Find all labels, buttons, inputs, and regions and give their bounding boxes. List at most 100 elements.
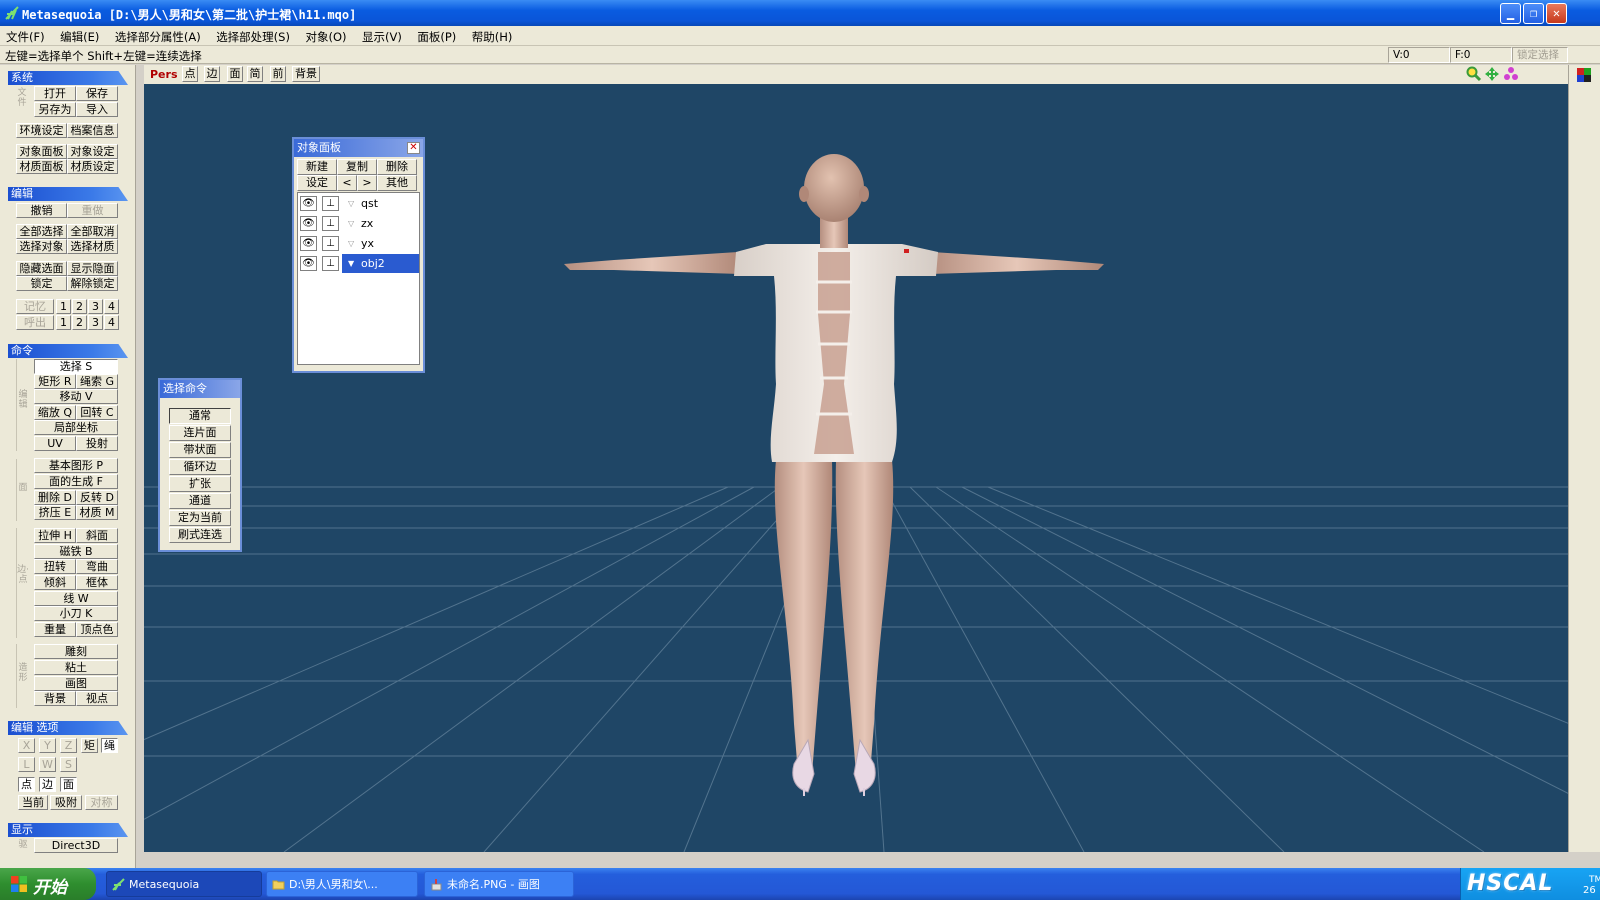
select-strip-button[interactable]: 带状面 <box>169 442 231 458</box>
object-settings-button[interactable]: 设定 <box>297 175 337 191</box>
redo-button[interactable]: 重做 <box>67 203 118 218</box>
zoom-icon[interactable] <box>1466 66 1482 82</box>
l-toggle[interactable]: L <box>18 757 35 772</box>
scale-tool-button[interactable]: 缩放 Q <box>34 405 76 420</box>
open-button[interactable]: 打开 <box>34 86 76 101</box>
axis-z-toggle[interactable]: Z <box>60 738 77 753</box>
material-button[interactable]: 材质 M <box>76 505 118 520</box>
magnet-button[interactable]: 磁铁 B <box>34 544 118 559</box>
visibility-eye-icon[interactable]: 👁 <box>300 236 317 251</box>
project-button[interactable]: 投射 <box>76 436 118 451</box>
rect-tool-button[interactable]: 矩形 R <box>34 374 76 389</box>
object-row-selected[interactable]: 👁 ⊥ ▼ obj2 <box>298 254 419 273</box>
task-paint[interactable]: 未命名.PNG - 画图 <box>424 871 574 897</box>
select-material-button[interactable]: 选择材质 <box>67 239 118 254</box>
view-point-button[interactable]: 点 <box>182 66 198 82</box>
object-settings-button[interactable]: 对象设定 <box>67 144 118 159</box>
brush-select-button[interactable]: 刷式连选 <box>169 527 231 543</box>
move-tool-button[interactable]: 移动 V <box>34 389 118 404</box>
paint-button[interactable]: 画图 <box>34 676 118 691</box>
memo-slot-3[interactable]: 3 <box>88 299 103 314</box>
visibility-eye-icon[interactable]: 👁 <box>300 216 317 231</box>
object-panel-header[interactable]: 对象面板 ✕ <box>294 139 423 157</box>
rope-select-toggle[interactable]: 绳 <box>101 738 118 753</box>
select-normal-button[interactable]: 通常 <box>169 408 231 424</box>
hide-selected-button[interactable]: 隐藏选面 <box>16 261 67 276</box>
menu-edit[interactable]: 编辑(E) <box>54 26 105 45</box>
rope-tool-button[interactable]: 绳索 G <box>76 374 118 389</box>
stretch-button[interactable]: 拉伸 H <box>34 528 76 543</box>
object-row[interactable]: 👁 ⊥ ▽ qst <box>298 194 419 213</box>
memo-button[interactable]: 记忆 <box>16 299 54 314</box>
deselect-all-button[interactable]: 全部取消 <box>67 224 118 239</box>
recall-slot-1[interactable]: 1 <box>56 315 71 330</box>
view-simple-button[interactable]: 简 <box>247 66 263 82</box>
rotate-view-icon[interactable] <box>1503 66 1519 82</box>
lock-pen-icon[interactable]: ⊥ <box>322 256 339 271</box>
rect-select-toggle[interactable]: 矩 <box>81 738 98 753</box>
delete-object-button[interactable]: 删除 <box>377 159 417 175</box>
bend-button[interactable]: 弯曲 <box>76 559 118 574</box>
axis-y-toggle[interactable]: Y <box>39 738 56 753</box>
knife-button[interactable]: 小刀 K <box>34 606 118 621</box>
lock-selection-button[interactable]: 锁定选择 <box>1512 47 1568 63</box>
memo-slot-2[interactable]: 2 <box>72 299 87 314</box>
select-panel-header[interactable]: 选择命令 <box>160 380 240 398</box>
import-button[interactable]: 导入 <box>76 102 118 117</box>
object-panel-button[interactable]: 对象面板 <box>16 144 67 159</box>
recall-button[interactable]: 呼出 <box>16 315 54 330</box>
clay-button[interactable]: 粘土 <box>34 660 118 675</box>
axis-x-toggle[interactable]: X <box>18 738 35 753</box>
vertex-color-button[interactable]: 顶点色 <box>76 622 118 637</box>
face-gen-button[interactable]: 面的生成 F <box>34 474 118 489</box>
uv-button[interactable]: UV <box>34 436 76 451</box>
maximize-button[interactable]: ❐ <box>1523 3 1544 24</box>
view-face-button[interactable]: 面 <box>227 66 243 82</box>
select-loop-button[interactable]: 循环边 <box>169 459 231 475</box>
new-object-button[interactable]: 新建 <box>297 159 337 175</box>
view-edge-button[interactable]: 边 <box>204 66 220 82</box>
menu-help[interactable]: 帮助(H) <box>466 26 519 45</box>
lattice-button[interactable]: 框体 <box>76 575 118 590</box>
select-connected-button[interactable]: 连片面 <box>169 425 231 441</box>
show-hidden-button[interactable]: 显示隐面 <box>67 261 118 276</box>
close-button[interactable]: ✕ <box>1546 3 1567 24</box>
extrude-button[interactable]: 挤压 E <box>34 505 76 520</box>
visibility-eye-icon[interactable]: 👁 <box>300 196 317 211</box>
twist-button[interactable]: 扭转 <box>34 559 76 574</box>
object-panel-close-icon[interactable]: ✕ <box>407 142 420 154</box>
task-explorer[interactable]: D:\男人\男和女\... <box>266 871 418 897</box>
color-grid-icon[interactable] <box>1577 68 1591 82</box>
primitive-button[interactable]: 基本图形 P <box>34 458 118 473</box>
bevel-button[interactable]: 斜面 <box>76 528 118 543</box>
splitter[interactable] <box>136 65 144 852</box>
expand-triangle-icon[interactable]: ▽ <box>348 199 354 208</box>
background-button[interactable]: 背景 <box>34 691 76 706</box>
face-mode-toggle[interactable]: 面 <box>60 777 77 792</box>
flip-face-button[interactable]: 反转 D <box>76 490 118 505</box>
expand-triangle-icon[interactable]: ▽ <box>348 219 354 228</box>
file-info-button[interactable]: 档案信息 <box>67 123 118 138</box>
unlock-button[interactable]: 解除锁定 <box>67 276 118 291</box>
object-row[interactable]: 👁 ⊥ ▽ yx <box>298 234 419 253</box>
menu-panel[interactable]: 面板(P) <box>411 26 462 45</box>
edge-mode-toggle[interactable]: 边 <box>39 777 56 792</box>
view-background-button[interactable]: 背景 <box>292 66 320 82</box>
expand-triangle-icon[interactable]: ▽ <box>348 239 354 248</box>
recall-slot-4[interactable]: 4 <box>104 315 119 330</box>
lock-pen-icon[interactable]: ⊥ <box>322 196 339 211</box>
delete-face-button[interactable]: 删除 D <box>34 490 76 505</box>
current-toggle[interactable]: 当前 <box>18 795 48 810</box>
start-button[interactable]: 开始 <box>0 868 96 900</box>
menu-select-attr[interactable]: 选择部分属性(A) <box>109 26 207 45</box>
s-toggle[interactable]: S <box>60 757 77 772</box>
lock-button[interactable]: 锁定 <box>16 276 67 291</box>
copy-object-button[interactable]: 复制 <box>337 159 377 175</box>
other-object-button[interactable]: 其他 <box>377 175 417 191</box>
view-front-button[interactable]: 前 <box>270 66 286 82</box>
snap-toggle[interactable]: 吸附 <box>50 795 82 810</box>
rotate-tool-button[interactable]: 回转 C <box>76 405 118 420</box>
weight-button[interactable]: 重量 <box>34 622 76 637</box>
pan-icon[interactable] <box>1484 66 1500 82</box>
next-object-button[interactable]: > <box>357 175 377 191</box>
